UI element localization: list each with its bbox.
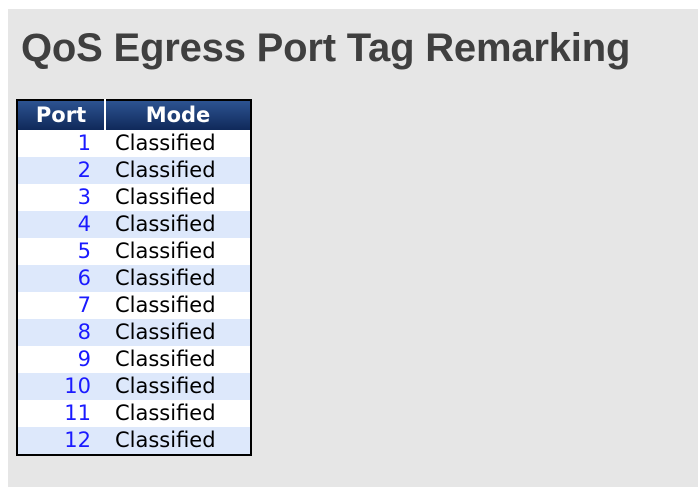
port-link[interactable]: 3	[78, 185, 91, 209]
content-panel: QoS Egress Port Tag Remarking Port Mode …	[8, 9, 698, 487]
mode-cell: Classified	[105, 292, 251, 319]
page-title: QoS Egress Port Tag Remarking	[21, 26, 631, 70]
port-cell: 9	[17, 346, 105, 373]
mode-cell: Classified	[105, 184, 251, 211]
port-remarking-table: Port Mode 1 Classified 2 Classified 3 Cl…	[16, 99, 252, 456]
table-row: 6 Classified	[17, 265, 251, 292]
port-cell: 5	[17, 238, 105, 265]
port-cell: 1	[17, 130, 105, 157]
mode-cell: Classified	[105, 427, 251, 455]
mode-cell: Classified	[105, 346, 251, 373]
port-cell: 6	[17, 265, 105, 292]
mode-cell: Classified	[105, 319, 251, 346]
port-cell: 8	[17, 319, 105, 346]
port-cell: 2	[17, 157, 105, 184]
mode-cell: Classified	[105, 373, 251, 400]
table-header-row: Port Mode	[17, 100, 251, 130]
mode-cell: Classified	[105, 265, 251, 292]
port-cell: 7	[17, 292, 105, 319]
port-link[interactable]: 5	[78, 239, 91, 263]
port-link[interactable]: 1	[78, 131, 91, 155]
port-link[interactable]: 7	[78, 293, 91, 317]
port-cell: 4	[17, 211, 105, 238]
table-row: 10 Classified	[17, 373, 251, 400]
table-row: 3 Classified	[17, 184, 251, 211]
port-link[interactable]: 11	[64, 401, 91, 425]
mode-cell: Classified	[105, 157, 251, 184]
table-row: 7 Classified	[17, 292, 251, 319]
port-link[interactable]: 8	[78, 320, 91, 344]
port-cell: 11	[17, 400, 105, 427]
table-row: 9 Classified	[17, 346, 251, 373]
port-cell: 12	[17, 427, 105, 455]
table-row: 8 Classified	[17, 319, 251, 346]
port-link[interactable]: 10	[64, 374, 91, 398]
table-row: 4 Classified	[17, 211, 251, 238]
table-row: 1 Classified	[17, 130, 251, 157]
mode-cell: Classified	[105, 211, 251, 238]
port-link[interactable]: 4	[78, 212, 91, 236]
column-header-port: Port	[17, 100, 106, 130]
table-row: 12 Classified	[17, 427, 251, 455]
port-cell: 3	[17, 184, 105, 211]
port-link[interactable]: 12	[64, 428, 91, 452]
column-header-mode: Mode	[105, 100, 251, 130]
table-row: 5 Classified	[17, 238, 251, 265]
port-link[interactable]: 9	[78, 347, 91, 371]
mode-cell: Classified	[105, 238, 251, 265]
mode-cell: Classified	[105, 400, 251, 427]
port-cell: 10	[17, 373, 105, 400]
table-row: 11 Classified	[17, 400, 251, 427]
table-row: 2 Classified	[17, 157, 251, 184]
mode-cell: Classified	[105, 130, 251, 157]
port-link[interactable]: 6	[78, 266, 91, 290]
port-link[interactable]: 2	[78, 158, 91, 182]
